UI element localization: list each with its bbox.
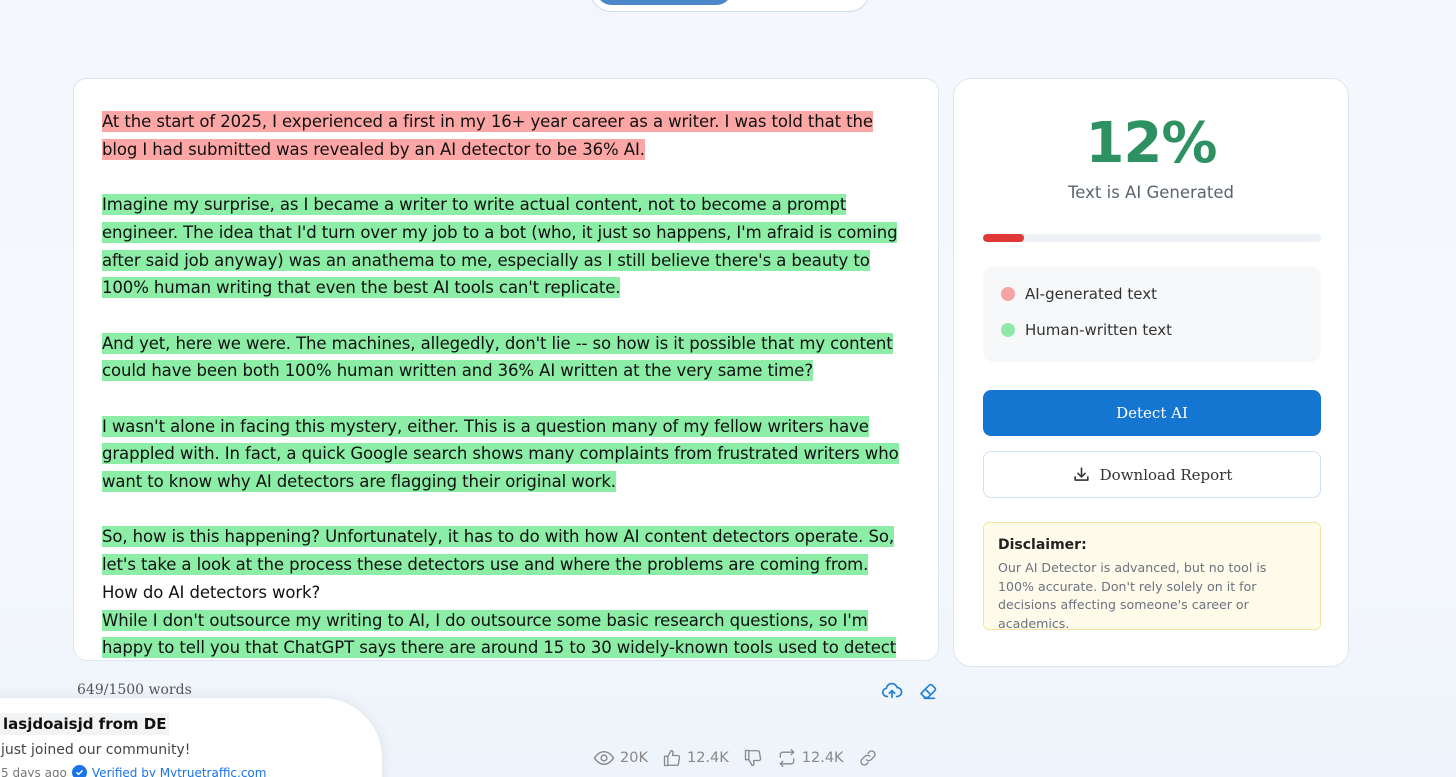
eye-icon [593, 750, 615, 766]
plain-text-segment: How do AI detectors work? [102, 582, 321, 602]
copy-link-button[interactable] [858, 748, 878, 768]
editor-paragraph: At the start of 2025, I experienced a fi… [102, 108, 911, 163]
disclaimer: Disclaimer: Our AI Detector is advanced,… [983, 522, 1321, 631]
text-editor[interactable]: At the start of 2025, I experienced a fi… [73, 78, 939, 661]
thumbs-down-icon [744, 749, 761, 767]
notification-toast[interactable]: lasjdoaisjd from DE just joined our comm… [0, 698, 382, 777]
clear-button[interactable] [917, 680, 939, 702]
toast-message: just joined our community! [1, 742, 191, 758]
repost-button[interactable]: 12.4K [777, 748, 844, 768]
ai-text-segment: At the start of 2025, I experienced a fi… [102, 111, 873, 160]
upload-button[interactable] [881, 680, 903, 702]
repost-icon [779, 749, 795, 767]
editor-content[interactable]: At the start of 2025, I experienced a fi… [74, 79, 938, 660]
editor-paragraph: I wasn't alone in facing this mystery, e… [102, 413, 911, 496]
like-button[interactable]: 12.4K [662, 748, 729, 768]
toast-verified-link[interactable]: Verified by Mytruetraffic.com [92, 766, 267, 777]
toast-time: 5 days ago [1, 765, 67, 777]
upload-icon [882, 682, 903, 699]
download-report-label: Download Report [1099, 465, 1233, 484]
ai-percentage: 12% [1085, 111, 1217, 176]
human-text-segment: I wasn't alone in facing this mystery, e… [102, 415, 899, 493]
human-text-segment: While I don't outsource my writing to AI… [102, 609, 896, 660]
download-icon [1074, 467, 1089, 481]
reposts-count: 12.4K [801, 750, 844, 766]
human-text-segment: So, how is this happening? Unfortunately… [102, 526, 894, 576]
download-report-button[interactable]: Download Report [983, 451, 1321, 498]
ai-dot-icon [1001, 287, 1015, 301]
link-icon [859, 750, 876, 766]
check-icon [71, 765, 87, 777]
mode-toggle[interactable] [590, 0, 870, 12]
views-stat: 20K [593, 749, 648, 767]
human-dot-icon [1001, 323, 1015, 337]
editor-paragraph: Imagine my surprise, as I became a write… [102, 191, 911, 302]
ai-percentage-label: Text is AI Generated [1068, 183, 1234, 202]
editor-paragraph: How do AI detectors work? [102, 579, 911, 607]
editor-paragraph: And yet, here we were. The machines, all… [102, 330, 911, 385]
human-text-segment: Imagine my surprise, as I became a write… [102, 194, 898, 299]
results-panel: 12% Text is AI Generated AI-generated te… [953, 78, 1349, 667]
dislike-button[interactable] [743, 748, 763, 768]
editor-paragraph: So, how is this happening? Unfortunately… [102, 523, 911, 578]
likes-count: 12.4K [686, 750, 729, 766]
editor-paragraph: While I don't outsource my writing to AI… [102, 607, 911, 660]
eraser-icon [920, 683, 937, 700]
thumbs-up-icon [663, 749, 681, 767]
legend-human-label: Human-written text [1025, 321, 1172, 339]
legend-ai-label: AI-generated text [1025, 285, 1157, 303]
detect-ai-button[interactable]: Detect AI [983, 390, 1321, 436]
word-count: 649/1500 words [77, 682, 192, 698]
legend-human: Human-written text [1001, 312, 1321, 348]
toast-name: lasjdoaisjd from DE [0, 713, 170, 735]
post-stats: 20K 12.4K 12.4K [593, 747, 892, 769]
disclaimer-title: Disclaimer: [998, 537, 1087, 553]
ai-progress-fill [983, 234, 1024, 242]
legend-ai: AI-generated text [1001, 276, 1321, 312]
human-text-segment: And yet, here we were. The machines, all… [102, 332, 893, 382]
disclaimer-text: Our AI Detector is advanced, but no tool… [998, 560, 1267, 631]
legend: AI-generated text Human-written text [983, 267, 1321, 362]
mode-toggle-active[interactable] [597, 0, 731, 5]
views-count: 20K [620, 750, 648, 766]
ai-progress [983, 234, 1321, 242]
toast-meta: 5 days ago Verified by Mytruetraffic.com [1, 765, 266, 777]
